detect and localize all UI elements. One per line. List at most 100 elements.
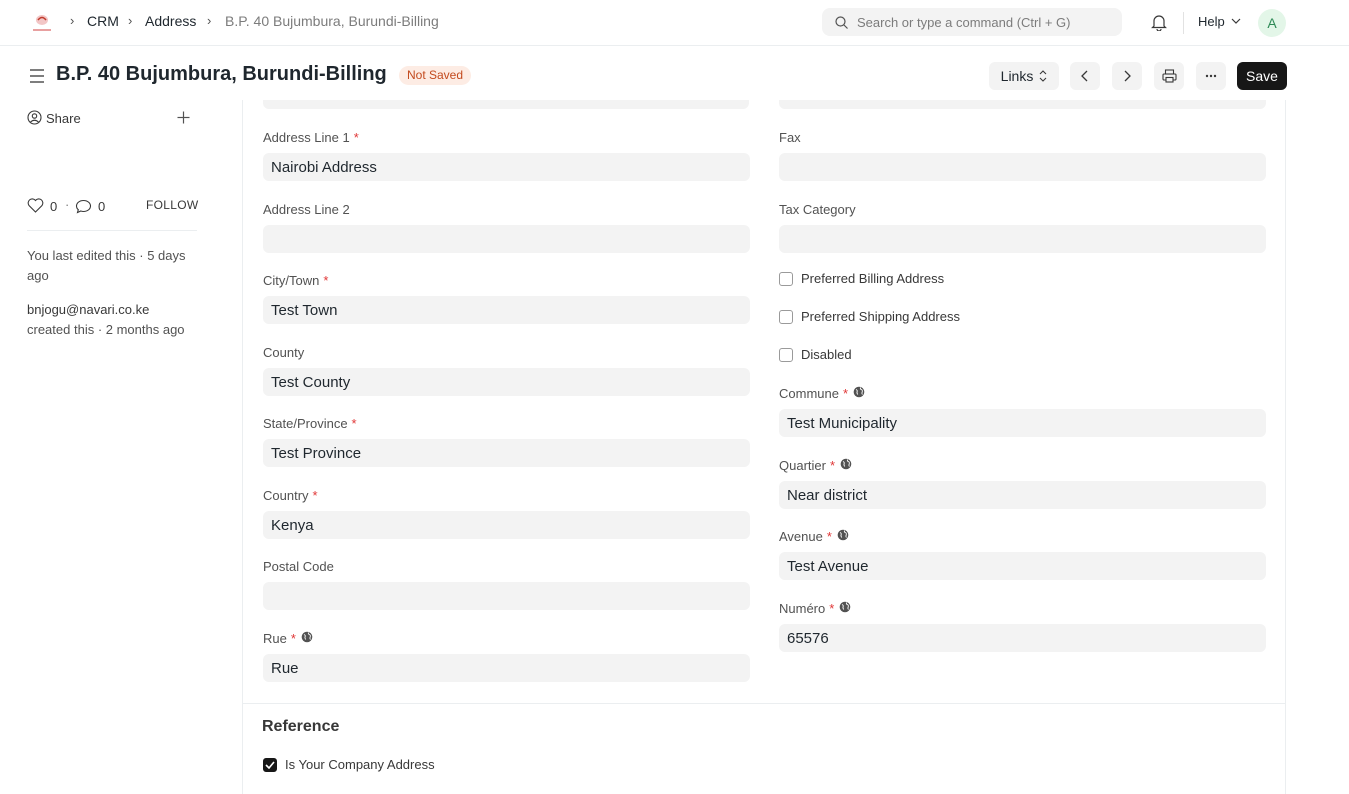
state-province-label: State/Province * <box>263 416 357 431</box>
required-asterisk: * <box>351 416 357 431</box>
commune-field[interactable] <box>779 409 1266 437</box>
chevron-down-icon[interactable] <box>1231 18 1241 24</box>
fax-field[interactable] <box>779 153 1266 181</box>
likes-count: 0 <box>50 199 58 214</box>
field-input-partial <box>263 100 749 109</box>
globe-icon <box>301 631 313 646</box>
field-label-text: State/Province <box>263 416 348 431</box>
breadcrumb-address[interactable]: Address <box>145 13 196 29</box>
preferred-billing-address-checkbox[interactable] <box>779 271 793 286</box>
next-doc-button[interactable] <box>1112 62 1142 90</box>
field-label-text: Postal Code <box>263 559 334 574</box>
country-label: Country * <box>263 488 318 503</box>
address-line-1-label: Address Line 1 * <box>263 130 359 145</box>
postal-code-field[interactable] <box>263 582 750 610</box>
num-ro-field[interactable] <box>779 624 1266 652</box>
search-icon <box>835 16 848 29</box>
share-user-icon[interactable] <box>27 110 42 125</box>
field-label-text: Quartier <box>779 458 826 473</box>
notification-bell-icon[interactable] <box>1151 13 1167 31</box>
links-button[interactable]: Links <box>989 62 1059 90</box>
avenue-label: Avenue * <box>779 529 849 544</box>
more-actions-button[interactable] <box>1196 62 1226 90</box>
created-info: created this · 2 months ago <box>27 322 185 337</box>
breadcrumb-current[interactable]: B.P. 40 Bujumbura, Burundi-Billing <box>225 13 439 29</box>
previous-doc-button[interactable] <box>1070 62 1100 90</box>
globe-icon <box>839 601 851 616</box>
address-line-1-field[interactable] <box>263 153 750 181</box>
required-asterisk: * <box>290 631 296 646</box>
address-line-2-field[interactable] <box>263 225 750 253</box>
preferred-shipping-address-checkbox-row[interactable]: Preferred Shipping Address <box>779 309 960 324</box>
required-asterisk: * <box>829 458 836 473</box>
field-label-text: County <box>263 345 305 360</box>
globe-icon <box>853 386 865 401</box>
num-ro-label: Numéro * <box>779 601 851 616</box>
checkmark-icon <box>265 760 275 769</box>
search-input[interactable] <box>857 8 1112 36</box>
search-bar[interactable] <box>822 8 1122 36</box>
help-menu[interactable]: Help <box>1198 14 1225 29</box>
city-town-field[interactable] <box>263 296 750 324</box>
save-button[interactable]: Save <box>1237 62 1287 90</box>
reference-section-title: Reference <box>262 718 340 735</box>
print-button[interactable] <box>1154 62 1184 90</box>
heart-icon[interactable] <box>27 198 44 213</box>
fax-label: Fax <box>779 130 801 145</box>
county-field[interactable] <box>263 368 750 396</box>
share-label[interactable]: Share <box>46 111 81 126</box>
user-avatar[interactable]: A <box>1258 9 1286 37</box>
follow-button[interactable]: FOLLOW <box>146 198 198 212</box>
last-edited-info: You last edited this · 5 days ago <box>27 248 186 283</box>
quartier-label: Quartier * <box>779 458 852 473</box>
required-asterisk: * <box>312 488 318 503</box>
required-asterisk: * <box>353 130 359 145</box>
country-field[interactable] <box>263 511 750 539</box>
field-label-text: Fax <box>779 130 801 145</box>
field-label-text: Rue <box>263 631 287 646</box>
preferred-shipping-address-checkbox[interactable] <box>779 309 793 324</box>
globe-icon <box>840 458 852 473</box>
field-label-text: City/Town <box>263 273 320 288</box>
field-label-text: Avenue <box>779 529 823 544</box>
globe-icon <box>837 529 849 544</box>
section-divider <box>243 703 1285 704</box>
preferred-billing-address-label: Preferred Billing Address <box>801 271 945 286</box>
disabled-checkbox[interactable] <box>779 347 793 362</box>
commune-label: Commune * <box>779 386 865 401</box>
add-share-icon[interactable] <box>177 111 190 124</box>
state-province-field[interactable] <box>263 439 750 467</box>
chevron-right-icon: › <box>128 13 133 28</box>
ellipsis-icon <box>1205 74 1217 78</box>
separator-dot: · <box>65 197 70 212</box>
required-asterisk: * <box>826 529 832 544</box>
tax-category-label: Tax Category <box>779 202 856 217</box>
company-address-label: Is Your Company Address <box>285 757 435 772</box>
address-line-2-label: Address Line 2 <box>263 202 350 217</box>
sidebar-divider <box>27 230 197 231</box>
field-label-text: Address Line 2 <box>263 202 350 217</box>
preferred-billing-address-checkbox-row[interactable]: Preferred Billing Address <box>779 271 944 286</box>
company-address-checkbox[interactable] <box>263 757 277 772</box>
top-navbar: › CRM › Address › B.P. 40 Bujumbura, Bur… <box>0 0 1349 46</box>
disabled-checkbox-row[interactable]: Disabled <box>779 347 852 362</box>
creator-email[interactable]: bnjogu@navari.co.ke <box>27 300 149 320</box>
preferred-shipping-address-label: Preferred Shipping Address <box>801 309 960 324</box>
rue-label: Rue * <box>263 631 313 646</box>
field-label-text: Country <box>263 488 309 503</box>
avenue-field[interactable] <box>779 552 1266 580</box>
navbar-divider <box>1183 12 1184 34</box>
tax-category-field[interactable] <box>779 225 1266 253</box>
app-logo[interactable] <box>30 12 54 34</box>
field-label-text: Numéro <box>779 601 826 616</box>
city-town-label: City/Town * <box>263 273 328 288</box>
postal-code-label: Postal Code <box>263 559 334 574</box>
rue-field[interactable] <box>263 654 750 682</box>
comment-icon[interactable] <box>75 199 92 214</box>
status-badge: Not Saved <box>399 66 472 85</box>
quartier-field[interactable] <box>779 481 1266 509</box>
sidebar-toggle-icon[interactable] <box>29 68 45 84</box>
sort-icon <box>1039 70 1047 82</box>
breadcrumb-crm[interactable]: CRM <box>87 13 119 29</box>
company-address-checkbox-row[interactable]: Is Your Company Address <box>263 757 435 772</box>
